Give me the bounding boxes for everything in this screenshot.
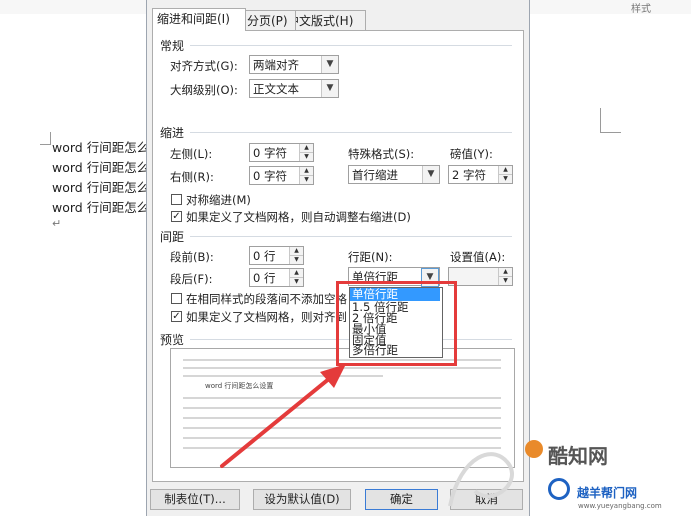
watermark-url: www.yueyangbang.com bbox=[578, 502, 662, 510]
watermark-wifi-icon bbox=[548, 478, 570, 500]
watermark-swirl-icon bbox=[448, 452, 514, 507]
watermark-logo-text: 酷知网 bbox=[548, 444, 608, 468]
watermark-logo-icon bbox=[525, 440, 543, 458]
annotation-arrow-icon bbox=[220, 364, 346, 468]
watermark-subtitle: 越羊帮门网 bbox=[577, 486, 638, 500]
